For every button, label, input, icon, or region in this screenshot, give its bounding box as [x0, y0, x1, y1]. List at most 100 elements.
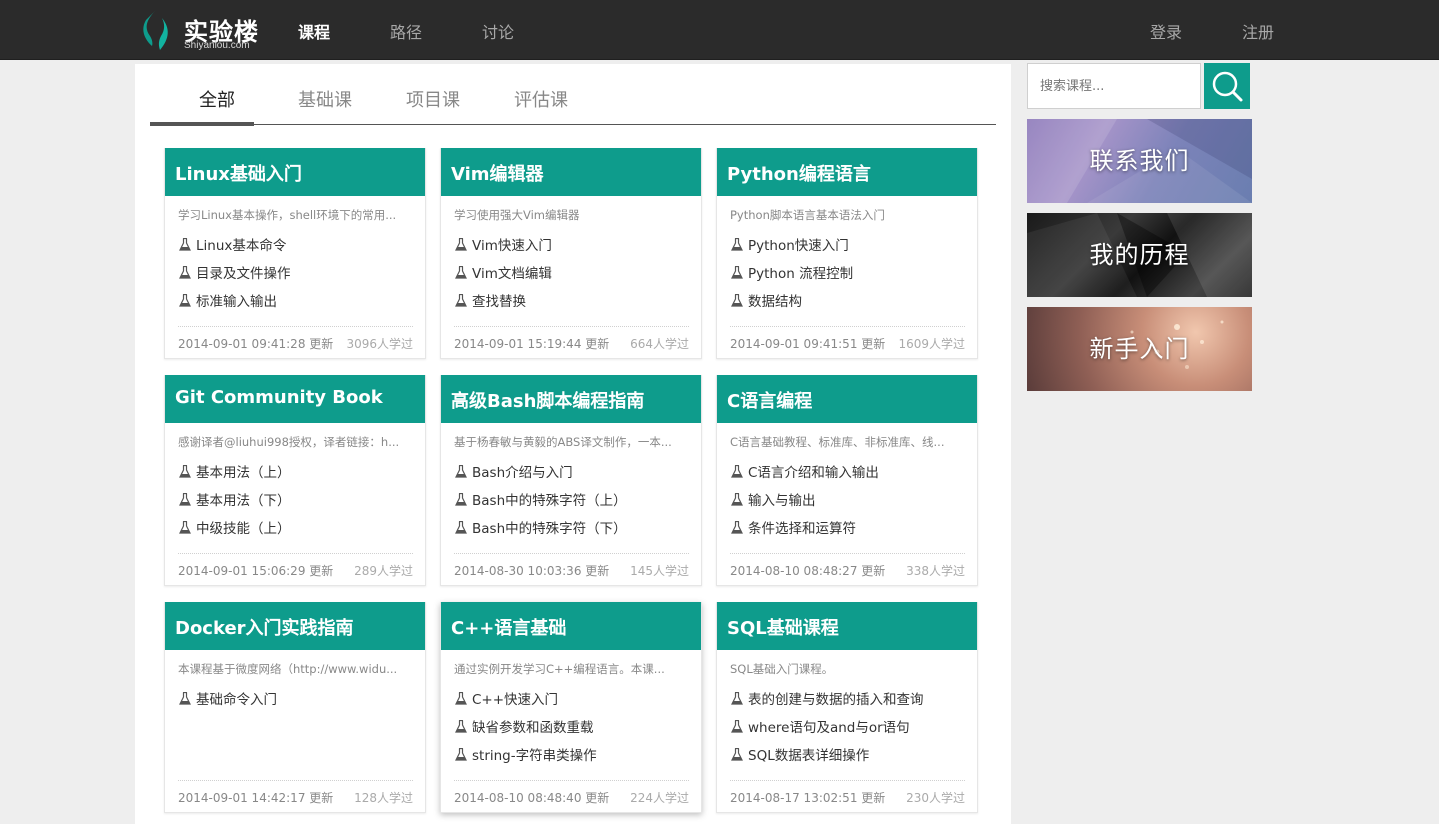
beginner-guide-banner[interactable]: 新手入门 [1027, 307, 1252, 391]
course-footer: 2014-08-10 08:48:27 更新 338人学过 [730, 553, 965, 585]
course-tabs: 全部 基础课 项目课 评估课 [150, 64, 996, 126]
course-footer: 2014-09-01 09:41:28 更新 3096人学过 [178, 326, 413, 358]
flask-icon [731, 266, 743, 279]
course-footer: 2014-08-10 08:48:40 更新 224人学过 [454, 780, 689, 812]
tab-project[interactable]: 项目课 [381, 86, 485, 112]
course-card[interactable]: Python编程语言 Python脚本语言基本语法入门 Python快速入门 Pyth… [716, 148, 978, 359]
flask-icon [455, 238, 467, 251]
flask-icon [455, 465, 467, 478]
course-title[interactable]: Docker入门实践指南 [165, 602, 425, 650]
lab-item[interactable]: 缺省参数和函数重载 [455, 719, 701, 747]
tab-basic[interactable]: 基础课 [273, 86, 377, 112]
lab-item-label: 中级技能（上） [196, 521, 291, 537]
lab-item[interactable]: string-字符串类操作 [455, 747, 701, 775]
search-input[interactable] [1027, 63, 1201, 109]
lab-item[interactable]: SQL数据表详细操作 [731, 747, 977, 775]
lab-list: Bash介绍与入门 Bash中的特殊字符（上） Bash中的特殊字符（下） [441, 459, 701, 545]
lab-item[interactable]: 基本用法（上） [179, 464, 425, 492]
flask-icon [179, 238, 191, 251]
lab-item[interactable]: C语言介绍和输入输出 [731, 464, 977, 492]
course-card[interactable]: C语言编程 C语言基础教程、标准库、非标准库、线... C语言介绍和输入输出 输入与输… [716, 375, 978, 586]
lab-item[interactable]: C++快速入门 [455, 691, 701, 719]
course-title[interactable]: Git Community Book [165, 375, 425, 423]
login-link[interactable]: 登录 [1150, 19, 1182, 43]
course-title[interactable]: Vim编辑器 [441, 148, 701, 196]
flask-icon [455, 521, 467, 534]
lab-item[interactable]: Vim快速入门 [455, 237, 701, 265]
lab-item[interactable]: Linux基本命令 [179, 237, 425, 265]
course-description: Python脚本语言基本语法入门 [730, 208, 885, 222]
lab-list: 表的创建与数据的插入和查询 where语句及and与or语句 SQL数据表详细操作 [717, 686, 977, 772]
course-footer: 2014-09-01 15:19:44 更新 664人学过 [454, 326, 689, 358]
course-title[interactable]: 高级Bash脚本编程指南 [441, 375, 701, 423]
course-updated-time: 2014-09-01 09:41:28 更新 [178, 337, 334, 351]
my-history-banner[interactable]: 我的历程 [1027, 213, 1252, 297]
learner-count: 1609人学过 [898, 337, 965, 351]
lab-item-label: Bash中的特殊字符（下） [472, 521, 627, 537]
lab-item[interactable]: Bash中的特殊字符（上） [455, 492, 701, 520]
lab-item[interactable]: 查找替换 [455, 293, 701, 321]
course-updated-time: 2014-08-30 10:03:36 更新 [454, 564, 610, 578]
learner-count: 128人学过 [354, 791, 413, 805]
course-description: 通过实例开发学习C++编程语言。本课... [454, 662, 665, 676]
lab-item[interactable]: Python 流程控制 [731, 265, 977, 293]
flask-icon [731, 521, 743, 534]
course-title[interactable]: Python编程语言 [717, 148, 977, 196]
lab-item[interactable]: 表的创建与数据的插入和查询 [731, 691, 977, 719]
course-card[interactable]: Vim编辑器学习使用强大Vim编辑器 Vim快速入门 Vim文档编辑 查找替换 2014… [440, 148, 702, 359]
learner-count: 338人学过 [906, 564, 965, 578]
contact-us-label: 联系我们 [1089, 147, 1190, 175]
course-card[interactable]: Linux基础入门 学习Linux基本操作，shell环境下的常用... Linux… [164, 148, 426, 359]
course-title[interactable]: SQL基础课程 [717, 602, 977, 650]
flask-icon [455, 266, 467, 279]
nav-courses[interactable]: 课程 [298, 19, 330, 43]
course-card[interactable]: Git Community Book 感谢译者@liuhui998授权，译者链接：… [164, 375, 426, 586]
course-title[interactable]: Linux基础入门 [165, 148, 425, 196]
course-description: C语言基础教程、标准库、非标准库、线... [730, 435, 945, 449]
lab-item[interactable]: Vim文档编辑 [455, 265, 701, 293]
lab-item-label: Bash介绍与入门 [472, 465, 573, 481]
course-footer: 2014-08-17 13:02:51 更新 230人学过 [730, 780, 965, 812]
lab-item[interactable]: 数据结构 [731, 293, 977, 321]
course-updated-time: 2014-09-01 14:42:17 更新 [178, 791, 334, 805]
lab-list: Linux基本命令目录及文件操作 标准输入输出 [165, 232, 425, 318]
learner-count: 145人学过 [630, 564, 689, 578]
nav-paths[interactable]: 路径 [390, 19, 422, 43]
lab-item[interactable]: 基础命令入门 [179, 691, 425, 719]
brand-logo[interactable]: 实验楼 Shiyanlou.com [142, 8, 272, 54]
tab-all-label: 全部 [199, 90, 235, 111]
contact-us-banner[interactable]: 联系我们 [1027, 119, 1252, 203]
lab-item-label: C++快速入门 [472, 692, 559, 708]
lab-item[interactable]: Python快速入门 [731, 237, 977, 265]
course-title[interactable]: C语言编程 [717, 375, 977, 423]
course-title[interactable]: C++语言基础 [441, 602, 701, 650]
course-description: SQL基础入门课程。 [730, 662, 834, 676]
course-card[interactable]: Docker入门实践指南 本课程基于微度网络（http://www.widu...… [164, 602, 426, 813]
flask-icon [731, 465, 743, 478]
lab-item-label: Python快速入门 [748, 238, 849, 254]
lab-item[interactable]: Bash介绍与入门 [455, 464, 701, 492]
flask-icon [731, 493, 743, 506]
lab-item[interactable]: 目录及文件操作 [179, 265, 425, 293]
lab-list: Python快速入门 Python 流程控制 数据结构 [717, 232, 977, 318]
register-link[interactable]: 注册 [1242, 19, 1274, 43]
tab-all[interactable]: 全部 [165, 86, 269, 112]
course-description: 学习使用强大Vim编辑器 [454, 208, 580, 222]
lab-item-label: 标准输入输出 [196, 294, 277, 310]
tab-evaluation[interactable]: 评估课 [489, 86, 593, 112]
search-button[interactable] [1204, 63, 1250, 109]
course-card[interactable]: C++语言基础通过实例开发学习C++编程语言。本课... C++快速入门缺省参数和… [440, 602, 702, 813]
lab-item[interactable]: Bash中的特殊字符（下） [455, 520, 701, 548]
lab-item[interactable]: 标准输入输出 [179, 293, 425, 321]
lab-item[interactable]: 基本用法（下） [179, 492, 425, 520]
lab-item-label: 输入与输出 [748, 493, 816, 509]
lab-item[interactable]: where语句及and与or语句 [731, 719, 977, 747]
course-card[interactable]: SQL基础课程 SQL基础入门课程。表的创建与数据的插入和查询 where语句及an… [716, 602, 978, 813]
nav-discuss[interactable]: 讨论 [482, 19, 514, 43]
course-card[interactable]: 高级Bash脚本编程指南 基于杨春敏与黄毅的ABS译文制作，一本... Bash介绍… [440, 375, 702, 586]
lab-item[interactable]: 输入与输出 [731, 492, 977, 520]
lab-item[interactable]: 条件选择和运算符 [731, 520, 977, 548]
lab-item[interactable]: 中级技能（上） [179, 520, 425, 548]
lab-item-label: Linux基本命令 [196, 238, 287, 254]
lab-item-label: string-字符串类操作 [472, 748, 597, 764]
